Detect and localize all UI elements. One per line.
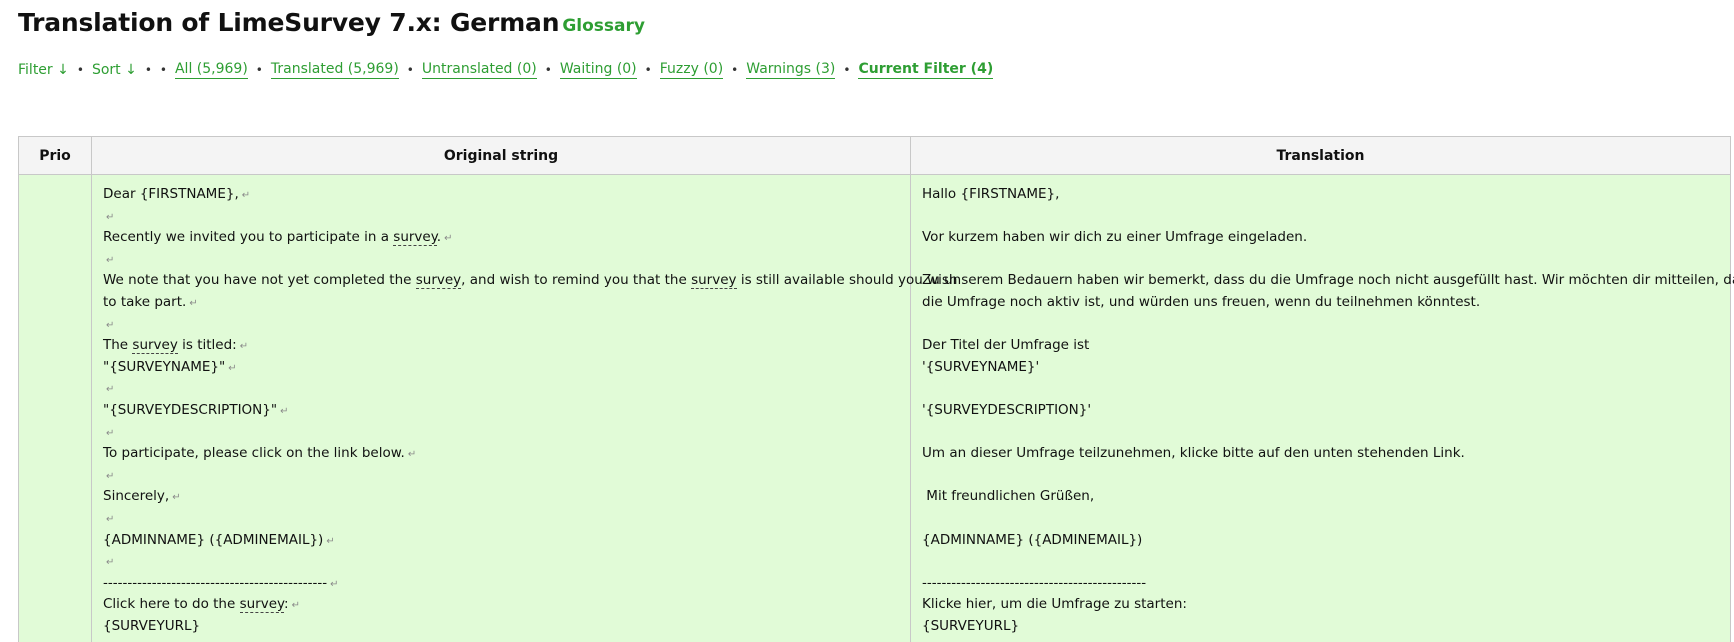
original-line: {SURVEYURL} bbox=[103, 617, 201, 634]
newline-marker-icon: ↵ bbox=[106, 319, 115, 331]
translation-line: Zu unserem Bedauern haben wir bemerkt, d… bbox=[922, 272, 1734, 289]
column-header-prio: Prio bbox=[18, 136, 92, 175]
glossary-term[interactable]: survey bbox=[393, 229, 437, 247]
newline-marker-icon: ↵ bbox=[330, 578, 339, 590]
separator-dot: • bbox=[731, 63, 739, 77]
newline-marker-icon: ↵ bbox=[326, 535, 335, 547]
filter-translated[interactable]: Translated (5,969) bbox=[270, 61, 399, 79]
original-line: {ADMINNAME} ({ADMINEMAIL}) bbox=[103, 531, 324, 548]
separator-dot: • bbox=[255, 63, 263, 77]
separator-dot: • bbox=[159, 63, 167, 77]
newline-marker-icon: ↵ bbox=[444, 233, 453, 245]
separator-dot: • bbox=[544, 63, 552, 77]
glossary-term[interactable]: survey bbox=[691, 272, 737, 290]
original-line: "{SURVEYNAME}" bbox=[103, 358, 226, 375]
filter-all[interactable]: All (5,969) bbox=[174, 61, 248, 79]
original-line: Dear {FIRSTNAME}, bbox=[103, 186, 239, 202]
glossary-link[interactable]: Glossary bbox=[562, 16, 645, 36]
newline-marker-icon: ↵ bbox=[241, 190, 251, 201]
original-line: Sincerely, bbox=[103, 488, 170, 505]
filter-waiting[interactable]: Waiting (0) bbox=[559, 61, 637, 79]
separator-dot: • bbox=[76, 63, 84, 77]
column-header-original: Original string bbox=[91, 136, 911, 175]
sort-toggle[interactable]: Sort ↓ bbox=[92, 62, 137, 78]
newline-marker-icon: ↵ bbox=[239, 341, 249, 353]
prio-cell bbox=[18, 173, 92, 642]
separator-dot: • bbox=[144, 63, 152, 77]
glossary-term[interactable]: survey bbox=[415, 272, 462, 290]
newline-marker-icon: ↵ bbox=[106, 470, 115, 482]
translation-cell[interactable]: Hallo {FIRSTNAME}, Vor kurzem haben wir … bbox=[910, 173, 1734, 642]
translation-line: Um an dieser Umfrage teilzunehmen, klick… bbox=[922, 445, 1465, 462]
table-header-row: Prio Original string Translation bbox=[18, 136, 1731, 175]
newline-marker-icon: ↵ bbox=[280, 405, 289, 417]
original-line: "{SURVEYDESCRIPTION}" bbox=[103, 401, 278, 418]
newline-marker-icon: ↵ bbox=[172, 492, 181, 504]
original-string-cell: Dear {FIRSTNAME}, ↵ ↵ Recently we invited… bbox=[91, 173, 958, 642]
newline-marker-icon: ↵ bbox=[189, 297, 198, 309]
original-line: The bbox=[103, 337, 133, 354]
translation-line: '{SURVEYNAME}' bbox=[922, 358, 1040, 375]
original-line: , and wish to remind you that the bbox=[461, 272, 692, 289]
original-line: : bbox=[284, 596, 289, 613]
translation-line: {SURVEYURL} bbox=[922, 617, 1020, 634]
original-line: . bbox=[436, 229, 442, 246]
translation-line: '{SURVEYDESCRIPTION}' bbox=[922, 401, 1092, 418]
original-line: ----------------------------------------… bbox=[103, 574, 328, 591]
newline-marker-icon: ↵ bbox=[106, 211, 115, 223]
newline-marker-icon: ↵ bbox=[106, 384, 115, 396]
filter-bar: Filter ↓ • Sort ↓ • • All (5,969) • Tran… bbox=[18, 61, 994, 79]
original-line: to take part. bbox=[103, 293, 187, 310]
filter-current[interactable]: Current Filter (4) bbox=[858, 61, 994, 79]
newline-marker-icon: ↵ bbox=[106, 557, 115, 569]
newline-marker-icon: ↵ bbox=[106, 254, 115, 266]
glossary-term[interactable]: survey bbox=[132, 337, 178, 355]
translation-line: Vor kurzem haben wir dich zu einer Umfra… bbox=[922, 229, 1308, 246]
translation-line: Der Titel der Umfrage ist bbox=[922, 337, 1090, 354]
translation-page: Translation of LimeSurvey 7.x: German Gl… bbox=[0, 0, 1734, 642]
translation-line: Klicke hier, um die Umfrage zu starten: bbox=[922, 596, 1187, 613]
separator-dot: • bbox=[644, 63, 652, 77]
original-line: Click here to do the bbox=[103, 596, 240, 613]
newline-marker-icon: ↵ bbox=[407, 449, 417, 461]
title-row: Translation of LimeSurvey 7.x: German Gl… bbox=[18, 8, 645, 37]
filter-warnings[interactable]: Warnings (3) bbox=[746, 61, 836, 79]
original-line: is titled: bbox=[177, 337, 237, 354]
original-line: To participate, please click on the link… bbox=[103, 445, 405, 462]
translations-table-wrapper: Prio Original string Translation Dear {F… bbox=[18, 136, 1734, 642]
separator-dot: • bbox=[406, 63, 414, 77]
page-title: Translation of LimeSurvey 7.x: German bbox=[18, 8, 560, 37]
newline-marker-icon: ↵ bbox=[291, 600, 300, 612]
original-line: We note that you have not yet completed … bbox=[103, 272, 416, 289]
filter-fuzzy[interactable]: Fuzzy (0) bbox=[659, 61, 724, 79]
translation-line: Hallo {FIRSTNAME}, bbox=[922, 186, 1060, 202]
translation-line: {ADMINNAME} ({ADMINEMAIL}) bbox=[922, 531, 1143, 548]
table-row[interactable]: Dear {FIRSTNAME}, ↵ ↵ Recently we invited… bbox=[18, 173, 1734, 642]
glossary-term[interactable]: survey bbox=[239, 596, 285, 614]
original-line: Recently we invited you to participate i… bbox=[103, 229, 394, 246]
separator-dot: • bbox=[843, 63, 851, 77]
column-header-translation: Translation bbox=[910, 136, 1731, 175]
filter-untranslated[interactable]: Untranslated (0) bbox=[421, 61, 537, 79]
translation-line: Mit freundlichen Grüßen, bbox=[922, 488, 1095, 505]
newline-marker-icon: ↵ bbox=[106, 427, 115, 439]
newline-marker-icon: ↵ bbox=[228, 362, 237, 374]
translations-table: Prio Original string Translation Dear {F… bbox=[18, 136, 1734, 642]
filter-toggle[interactable]: Filter ↓ bbox=[18, 62, 69, 78]
newline-marker-icon: ↵ bbox=[106, 513, 115, 525]
translation-line: die Umfrage noch aktiv ist, und würden u… bbox=[922, 293, 1481, 310]
translation-line: ----------------------------------------… bbox=[922, 574, 1147, 591]
